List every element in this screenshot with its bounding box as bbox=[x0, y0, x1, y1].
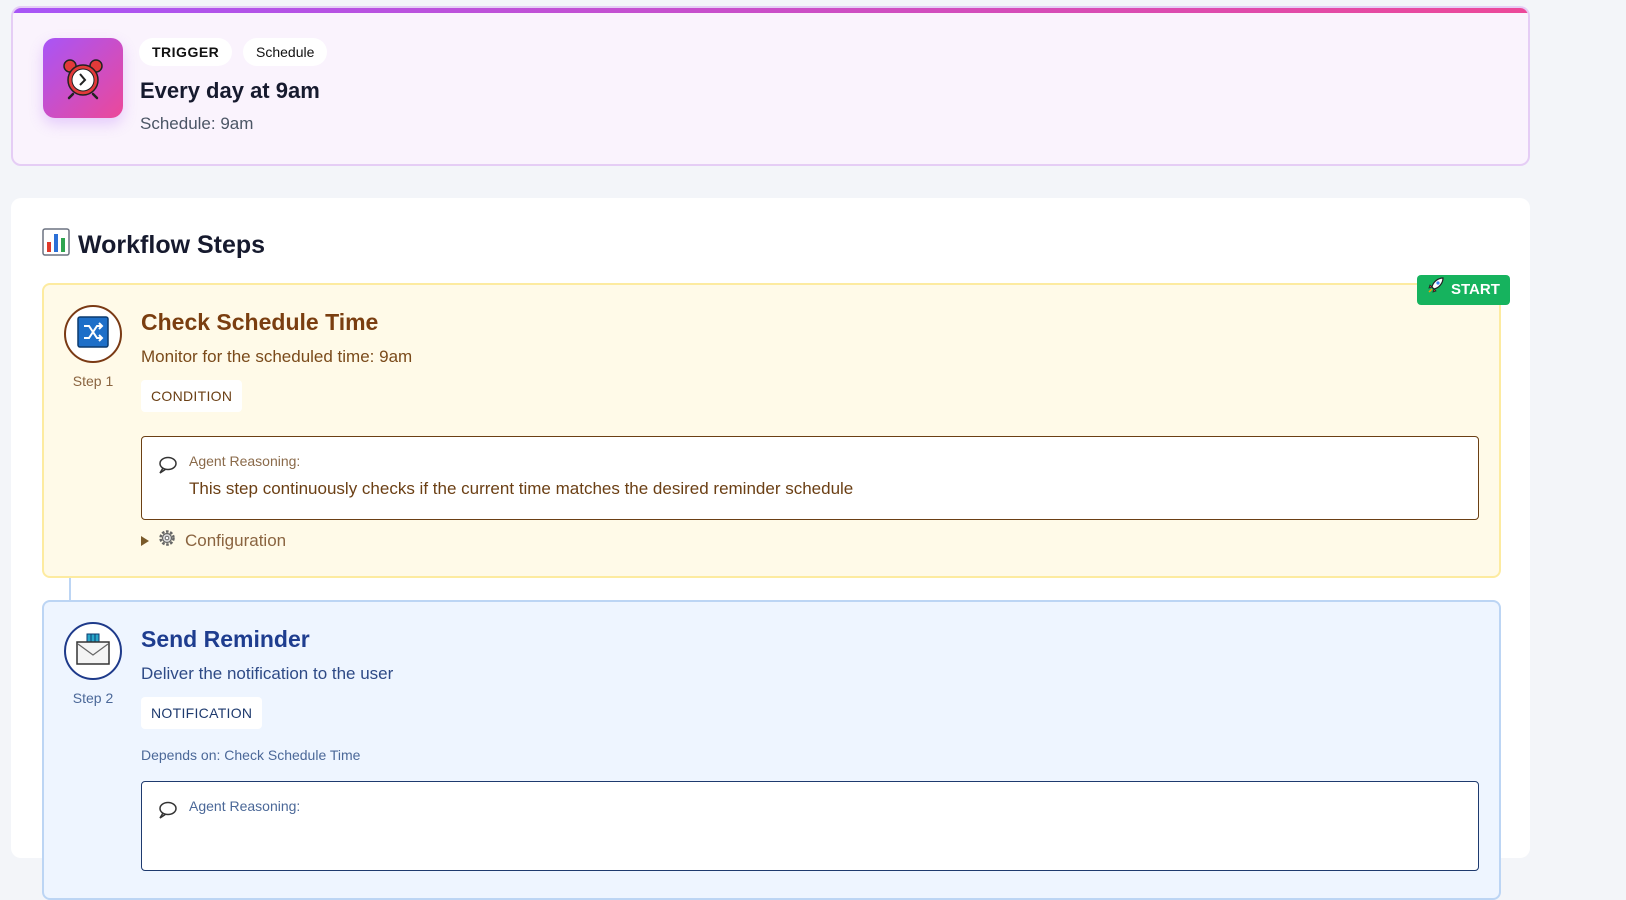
gear-icon bbox=[157, 528, 177, 553]
trigger-kind-chip: Schedule bbox=[243, 38, 328, 66]
step-description: Monitor for the scheduled time: 9am bbox=[141, 347, 413, 366]
depends-on-label: Depends on: Check Schedule Time bbox=[141, 747, 361, 763]
bar-chart-icon bbox=[42, 228, 70, 263]
rocket-icon bbox=[1427, 275, 1445, 305]
reasoning-label: Agent Reasoning: bbox=[189, 453, 301, 469]
step-number-label: Step 1 bbox=[72, 373, 114, 389]
step-title: Check Schedule Time bbox=[141, 309, 379, 335]
step-icon-circle bbox=[64, 622, 122, 680]
trigger-title: Every day at 9am bbox=[140, 78, 320, 103]
workflow-title: Workflow Steps bbox=[42, 228, 265, 263]
start-badge: START bbox=[1417, 275, 1510, 305]
step-card-send-reminder[interactable]: Step 2 Send Reminder Deliver the notific… bbox=[42, 600, 1501, 900]
start-badge-label: START bbox=[1451, 281, 1500, 298]
step-number-label: Step 2 bbox=[72, 690, 114, 706]
step-type-badge: CONDITION bbox=[141, 380, 243, 412]
agent-reasoning-box: Agent Reasoning: This step continuously … bbox=[141, 436, 1479, 520]
speech-bubble-icon bbox=[157, 455, 177, 480]
trigger-accent-bar bbox=[13, 8, 1528, 13]
step-icon-circle bbox=[64, 305, 122, 363]
trigger-card: TRIGGER Schedule Every day at 9am Schedu… bbox=[11, 6, 1530, 166]
shuffle-icon bbox=[77, 315, 109, 353]
workflow-panel: Workflow Steps Step 1 Check Schedule Tim… bbox=[11, 198, 1530, 900]
reasoning-label: Agent Reasoning: bbox=[189, 798, 301, 814]
trigger-subtitle: Schedule: 9am bbox=[140, 114, 254, 133]
step-type-badge: NOTIFICATION bbox=[141, 697, 263, 729]
step-title: Send Reminder bbox=[141, 626, 310, 652]
step-connector bbox=[69, 578, 71, 600]
reasoning-text: This step continuously checks if the cur… bbox=[189, 479, 854, 498]
trigger-type-chip: TRIGGER bbox=[139, 38, 233, 66]
mailbox-icon bbox=[75, 632, 111, 671]
agent-reasoning-box: Agent Reasoning: bbox=[141, 781, 1479, 871]
speech-bubble-icon bbox=[157, 800, 177, 825]
workflow-title-text: Workflow Steps bbox=[78, 231, 266, 259]
expand-triangle-icon bbox=[141, 535, 149, 546]
alarm-clock-icon bbox=[43, 38, 123, 118]
step-description: Deliver the notification to the user bbox=[141, 664, 394, 683]
step-card-check-schedule-time[interactable]: Step 1 Check Schedule Time Monitor for t… bbox=[42, 283, 1501, 578]
configuration-toggle[interactable]: Configuration bbox=[141, 528, 286, 553]
configuration-label: Configuration bbox=[185, 530, 287, 550]
